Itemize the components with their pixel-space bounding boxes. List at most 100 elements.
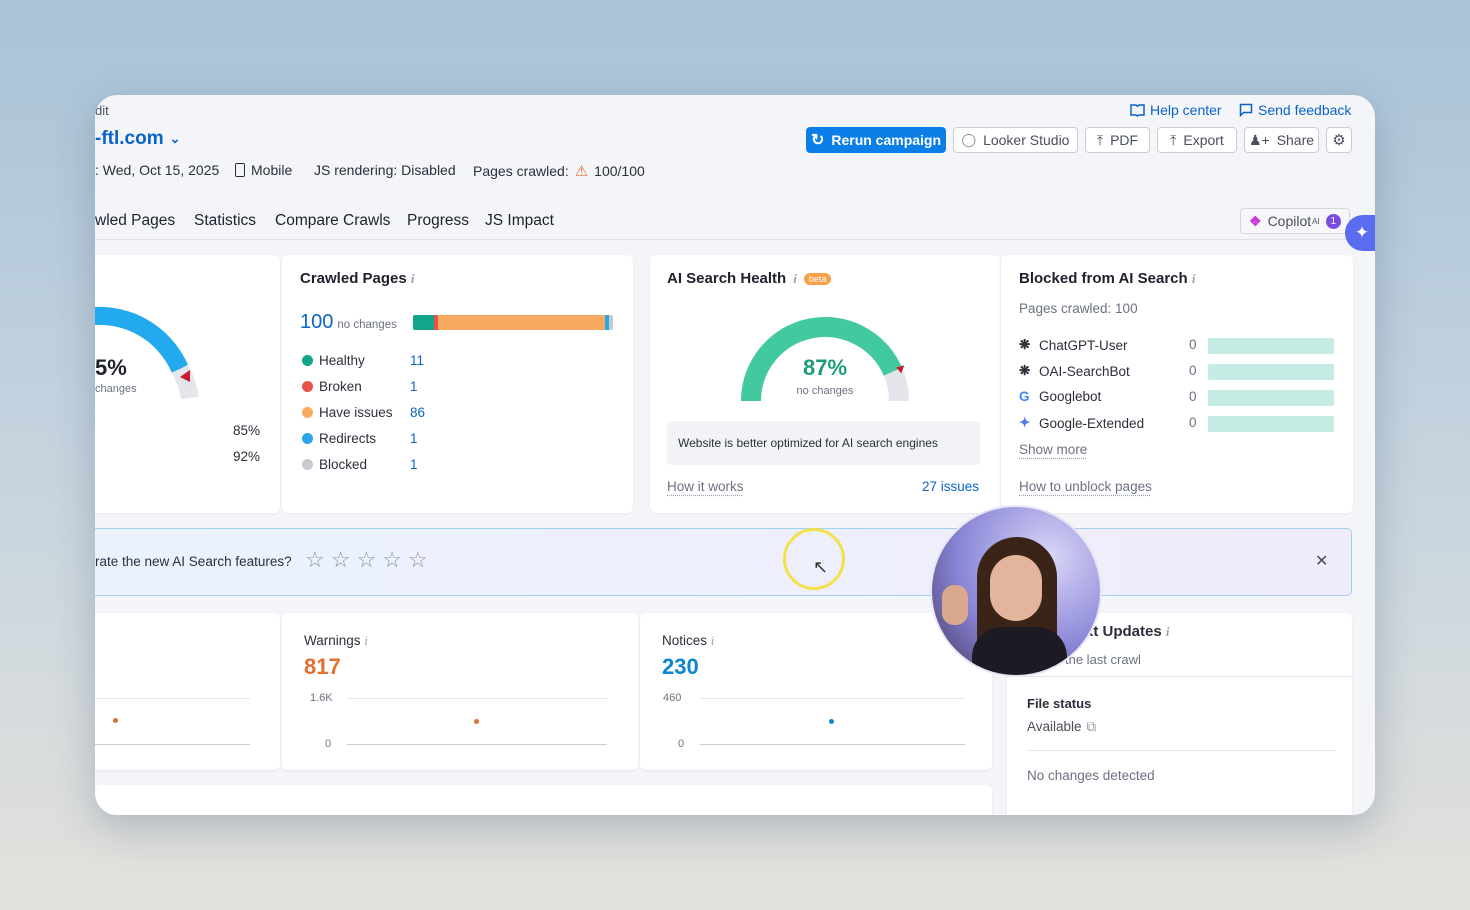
tab-progress[interactable]: Progress	[407, 212, 469, 230]
bot-name: Googlebot	[1039, 389, 1102, 404]
bot-bar	[1208, 338, 1334, 354]
info-icon[interactable]: i	[711, 633, 715, 648]
warnings-value: 817	[304, 654, 341, 679]
tab-statistics[interactable]: Statistics	[194, 212, 256, 230]
card-title: Blocked from AI Search i	[1019, 270, 1196, 287]
gemini-icon: ✦	[1019, 415, 1031, 430]
bot-row: ✦ Google-Extended	[1019, 415, 1144, 431]
y-axis-top: 1.6K	[310, 692, 333, 704]
looker-studio-button[interactable]: ◯ Looker Studio	[953, 127, 1078, 153]
app-window: dit -ftl.com ⌄ Help center Send feedback…	[95, 95, 1375, 815]
errors-card	[95, 613, 280, 770]
legend-label: Blocked	[319, 457, 368, 472]
changes-status: No changes detected	[1027, 768, 1155, 783]
export-button[interactable]: ⤒ Export	[1157, 127, 1237, 153]
bot-value: 0	[1189, 363, 1197, 378]
send-feedback-link[interactable]: Send feedback	[1239, 102, 1351, 118]
openai-icon: ❋	[1019, 363, 1031, 378]
info-icon[interactable]: i	[1166, 624, 1170, 639]
blocked-from-ai-card: Blocked from AI Search i Pages crawled: …	[1000, 255, 1353, 513]
how-it-works-link[interactable]: How it works	[667, 479, 744, 494]
legend-count[interactable]: 1	[410, 431, 418, 446]
warnings-card: Warnings i 817 1.6K 0	[282, 613, 638, 770]
file-status-link[interactable]: Available ⧉	[1027, 719, 1096, 735]
chart-point	[829, 719, 834, 724]
y-axis-bottom: 0	[325, 738, 332, 750]
gear-icon: ⚙	[1332, 132, 1346, 149]
chevron-down-icon: ⌄	[169, 131, 181, 146]
card-title: Warnings i	[304, 633, 368, 648]
upload-icon: ⤒	[1170, 131, 1177, 148]
upload-icon: ⤒	[1096, 131, 1104, 148]
site-health-note: changes	[95, 383, 137, 395]
bot-value: 0	[1189, 415, 1197, 430]
tab-js-impact[interactable]: JS Impact	[485, 212, 554, 230]
legend-item[interactable]: Broken	[302, 379, 362, 394]
legend-label: Healthy	[319, 353, 365, 368]
notices-card: Notices i 230 460 0	[640, 613, 992, 770]
looker-icon: ◯	[961, 132, 977, 147]
breadcrumb[interactable]: dit	[95, 103, 109, 118]
tab-crawled-pages[interactable]: wled Pages	[95, 212, 175, 230]
star-icon[interactable]: ☆	[356, 547, 376, 573]
js-rendering-info: JS rendering: Disabled	[314, 162, 456, 178]
info-icon[interactable]: i	[1192, 271, 1196, 286]
legend-label: Redirects	[319, 431, 377, 446]
legend-item[interactable]: Redirects	[302, 431, 376, 446]
legend-dot	[302, 355, 313, 366]
close-icon[interactable]: ✕	[1315, 551, 1328, 571]
bot-row: ❋ ChatGPT-User	[1019, 337, 1128, 353]
pdf-button[interactable]: ⤒ PDF	[1085, 127, 1150, 153]
card-title: xt Updates i	[1085, 623, 1170, 640]
site-health-value: 5%	[95, 355, 127, 380]
legend-dot	[302, 433, 313, 444]
notices-value: 230	[662, 654, 699, 679]
info-icon[interactable]: i	[411, 271, 415, 286]
legend-item[interactable]: Blocked	[302, 457, 367, 472]
copilot-button[interactable]: ❖ Copilot AI 1	[1240, 208, 1350, 234]
legend-count[interactable]: 86	[410, 405, 425, 420]
copilot-icon: ❖	[1249, 212, 1262, 229]
webcam-overlay	[930, 505, 1102, 677]
unblock-pages-link[interactable]: How to unblock pages	[1019, 479, 1152, 494]
info-icon[interactable]: i	[793, 271, 797, 287]
tab-compare-crawls[interactable]: Compare Crawls	[275, 212, 390, 230]
bar-segment-have-issues	[438, 315, 605, 330]
feedback-icon	[1239, 103, 1253, 117]
crawl-date: : Wed, Oct 15, 2025	[95, 162, 220, 178]
ai-assistant-icon[interactable]: ✦	[1345, 215, 1375, 251]
star-icon[interactable]: ☆	[408, 547, 428, 573]
show-more-link[interactable]: Show more	[1019, 442, 1087, 457]
bot-name: ChatGPT-User	[1039, 337, 1128, 353]
bot-name: OAI-SearchBot	[1039, 363, 1130, 379]
presenter-hand	[942, 585, 968, 625]
legend-label: Have issues	[319, 405, 393, 420]
rerun-campaign-button[interactable]: ↻ Rerun campaign	[806, 127, 946, 153]
star-icon[interactable]: ☆	[305, 547, 325, 573]
legend-count[interactable]: 11	[410, 353, 424, 368]
card-subtitle: the last crawl	[1065, 652, 1141, 667]
legend-item[interactable]: Have issues	[302, 405, 393, 420]
share-button[interactable]: ♟+ Share	[1244, 127, 1319, 153]
legend-count[interactable]: 1	[410, 379, 418, 394]
domain-selector[interactable]: -ftl.com ⌄	[95, 128, 181, 150]
openai-icon: ❋	[1019, 337, 1031, 352]
legend-item[interactable]: Healthy	[302, 353, 365, 368]
crawled-total: 100 no changes	[300, 311, 397, 333]
settings-button[interactable]: ⚙	[1326, 127, 1352, 153]
legend-count[interactable]: 1	[410, 457, 418, 472]
pages-crawled-label: Pages crawled: 100	[1019, 301, 1138, 316]
bot-bar	[1208, 390, 1334, 406]
pages-crawled-info: Pages crawled: ⚠ 100/100	[473, 163, 645, 180]
legend-dot	[302, 381, 313, 392]
info-icon[interactable]: i	[364, 633, 368, 648]
star-icon[interactable]: ☆	[331, 547, 351, 573]
warning-icon: ⚠	[574, 163, 589, 180]
star-icon[interactable]: ☆	[382, 547, 402, 573]
feedback-question: rate the new AI Search features?	[95, 554, 292, 569]
issues-link[interactable]: 27 issues	[922, 479, 979, 494]
help-center-link[interactable]: Help center	[1130, 102, 1222, 118]
site-health-card: 5% changes 85% 92%	[95, 255, 280, 513]
card-title: Crawled Pages i	[300, 270, 415, 287]
tabs-divider	[95, 239, 1352, 240]
